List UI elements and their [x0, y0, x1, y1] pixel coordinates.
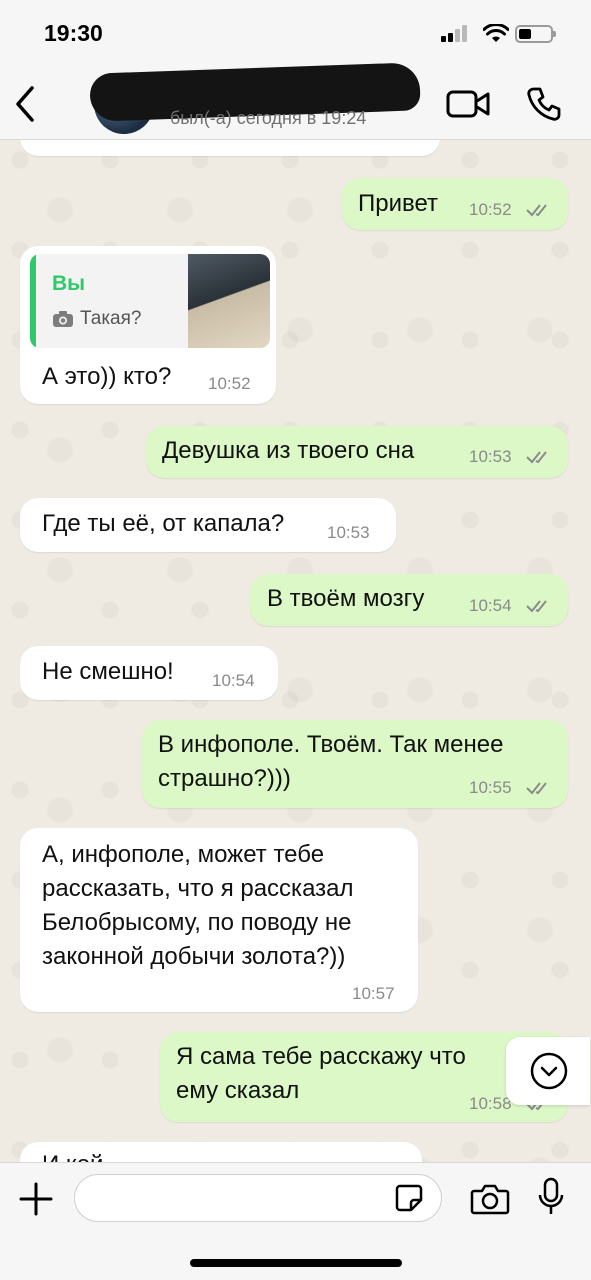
message-text: В инфополе. Твоём. Так менее страшно?)))	[158, 731, 504, 792]
double-check-icon	[526, 600, 547, 613]
chat-area[interactable]: Привет 10:52 Вы Такая? А это)) кто? 10:5…	[0, 140, 591, 1162]
video-call-icon[interactable]	[446, 88, 490, 120]
message-text: А, инфополе, может тебе рассказать, что …	[42, 841, 354, 970]
camera-icon[interactable]	[470, 1183, 510, 1215]
message-text: Девушка из твоего сна	[162, 437, 415, 464]
message-time: 10:54	[469, 596, 512, 615]
plus-icon[interactable]	[18, 1181, 54, 1217]
message-time: 10:52	[208, 374, 251, 393]
sticker-icon[interactable]	[394, 1183, 424, 1213]
message-bubble-incoming[interactable]: А, инфополе, может тебе рассказать, что …	[20, 828, 418, 1012]
message-text: Не смешно!	[42, 658, 174, 685]
message-text: В твоём мозгу	[267, 585, 425, 612]
double-check-icon	[526, 204, 547, 217]
message-bubble-outgoing[interactable]: В инфополе. Твоём. Так менее страшно?)))…	[142, 720, 568, 808]
message-bubble-outgoing[interactable]: Девушка из твоего сна 10:53	[146, 426, 568, 478]
message-bubble-incoming-partial[interactable]: И кой	[20, 1142, 422, 1162]
message-bubble-outgoing[interactable]: Привет 10:52	[342, 178, 568, 230]
message-input[interactable]	[74, 1174, 442, 1222]
message-text: Привет	[358, 190, 439, 217]
chevron-down-icon	[530, 1052, 568, 1090]
signal-icon	[441, 24, 471, 44]
quote-author: Вы	[52, 272, 86, 295]
message-time: 10:58	[469, 1094, 512, 1113]
quote-accent-bar	[30, 254, 36, 348]
quote-text: Такая?	[80, 308, 142, 329]
wifi-icon	[483, 24, 509, 42]
message-time: 10:53	[469, 447, 512, 466]
microphone-icon[interactable]	[538, 1177, 564, 1217]
input-bar	[0, 1162, 591, 1280]
message-bubble-incoming[interactable]: Не смешно! 10:54	[20, 646, 278, 700]
camera-icon	[53, 311, 73, 327]
scroll-to-bottom-button[interactable]	[506, 1037, 590, 1105]
quoted-photo-thumbnail	[188, 254, 270, 348]
message-bubble-incoming-reply[interactable]: Вы Такая? А это)) кто? 10:52	[20, 246, 276, 404]
quoted-message[interactable]: Вы Такая?	[30, 254, 270, 348]
message-text: Я сама тебе расскажу что ему сказал	[176, 1043, 466, 1104]
message-time: 10:52	[469, 200, 512, 219]
message-bubble-partial	[20, 140, 440, 156]
phone-icon[interactable]	[526, 86, 562, 122]
message-time: 10:55	[469, 778, 512, 797]
contact-last-seen: был(-а) сегодня в 19:24	[170, 108, 367, 128]
message-time: 10:53	[327, 523, 370, 542]
double-check-icon	[526, 782, 547, 795]
status-time: 19:30	[44, 20, 103, 46]
back-icon[interactable]	[10, 82, 42, 126]
home-indicator	[190, 1259, 402, 1267]
message-text: Где ты её, от капала?	[42, 510, 285, 537]
battery-icon	[515, 25, 556, 43]
message-time: 10:57	[352, 984, 395, 1003]
message-time: 10:54	[212, 671, 255, 690]
status-bar: 19:30	[0, 0, 591, 68]
message-text: А это)) кто?	[42, 363, 172, 390]
chat-header: был(-а) сегодня в 19:24	[0, 62, 591, 140]
message-text: И кой	[42, 1148, 103, 1162]
message-bubble-outgoing[interactable]: В твоём мозгу 10:54	[250, 574, 568, 626]
message-bubble-incoming[interactable]: Где ты её, от капала? 10:53	[20, 498, 396, 552]
double-check-icon	[526, 451, 547, 464]
